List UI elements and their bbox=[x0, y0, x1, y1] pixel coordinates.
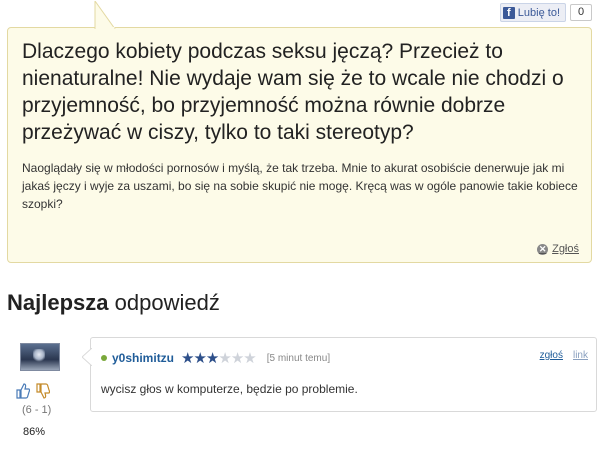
like-bar: f Lubię to! 0 bbox=[499, 3, 592, 22]
like-count: 0 bbox=[570, 4, 592, 21]
best-answer-heading-rest: odpowiedź bbox=[114, 290, 220, 315]
best-answer-heading-bold: Najlepsza bbox=[7, 290, 109, 315]
star-filled-icon: ★ bbox=[181, 350, 194, 367]
answer-author[interactable]: y0shimitzu bbox=[112, 351, 174, 365]
star-empty-icon: ★ bbox=[243, 350, 256, 367]
question-bubble-tail bbox=[94, 1, 116, 29]
answer-permalink[interactable]: link bbox=[573, 350, 588, 361]
avatar[interactable] bbox=[20, 343, 60, 371]
online-status-icon bbox=[101, 355, 107, 361]
report-label: Zgłoś bbox=[552, 243, 579, 255]
question-details: Naoglądały się w młodości pornosów i myś… bbox=[22, 161, 578, 211]
report-answer-link[interactable]: zgłoś bbox=[540, 350, 563, 361]
thumb-up-icon[interactable] bbox=[16, 383, 31, 402]
rating-stars: ★ ★ ★ ★ ★ ★ bbox=[181, 349, 257, 367]
report-question-link[interactable]: ✕ Zgłoś bbox=[537, 243, 579, 255]
answer-time: [5 minut temu] bbox=[266, 352, 331, 364]
answer-header: y0shimitzu ★ ★ ★ ★ ★ ★ [5 minut temu] bbox=[101, 349, 330, 367]
star-filled-icon: ★ bbox=[193, 350, 206, 367]
vote-detail: (6 - 1) bbox=[22, 404, 52, 416]
answer-bubble-tail bbox=[82, 348, 92, 366]
star-empty-icon: ★ bbox=[230, 350, 244, 367]
facebook-icon: f bbox=[502, 6, 515, 19]
answer-text: wycisz głos w komputerze, będzie po prob… bbox=[101, 382, 358, 396]
facebook-like-button[interactable]: f Lubię to! bbox=[499, 3, 566, 22]
answer-actions: zgłoś link bbox=[540, 350, 588, 361]
like-label: Lubię to! bbox=[517, 6, 560, 19]
star-empty-icon: ★ bbox=[218, 350, 231, 367]
best-answer-heading: Najlepsza odpowiedź bbox=[7, 290, 220, 316]
thumb-down-icon[interactable] bbox=[36, 383, 51, 402]
question-title: Dlaczego kobiety podczas seksu jęczą? Pr… bbox=[22, 40, 564, 144]
vote-percent: 86% bbox=[23, 426, 46, 438]
answer-box: y0shimitzu ★ ★ ★ ★ ★ ★ [5 minut temu] zgłoś l… bbox=[82, 337, 597, 412]
report-icon: ✕ bbox=[537, 243, 549, 255]
vote-buttons bbox=[16, 383, 51, 402]
star-filled-icon: ★ bbox=[205, 350, 219, 367]
question-box: Dlaczego kobiety podczas seksu jęczą? Pr… bbox=[7, 1, 592, 263]
